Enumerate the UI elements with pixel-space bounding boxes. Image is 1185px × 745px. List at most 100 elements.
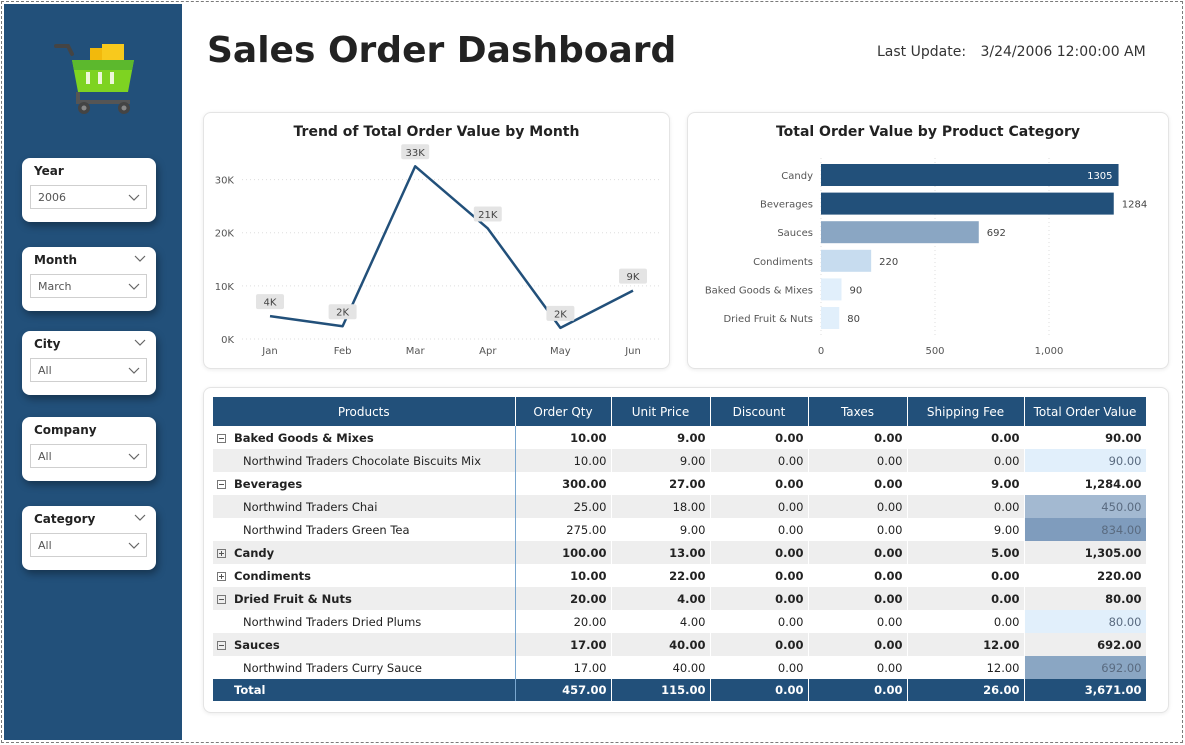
value-cell: 9.00 <box>611 426 711 449</box>
chevron-down-icon[interactable] <box>134 255 146 263</box>
bar[interactable] <box>821 164 1119 186</box>
year-dropdown[interactable]: 2006 <box>30 185 147 209</box>
detail-row[interactable]: Northwind Traders Curry Sauce 17.00 40.00 0… <box>213 656 1147 679</box>
column-header[interactable]: Products <box>213 397 516 426</box>
chevron-down-icon[interactable] <box>128 194 140 202</box>
y-tick-label: 20K <box>215 229 235 240</box>
value-cell: 12.00 <box>907 656 1025 679</box>
series-line[interactable] <box>269 165 634 330</box>
value-cell: 9.00 <box>907 472 1025 495</box>
bar[interactable] <box>821 192 1114 215</box>
value-cell: 9.00 <box>611 518 711 541</box>
slicer-company[interactable]: Company All <box>22 417 156 481</box>
slicer-year[interactable]: Year 2006 <box>22 158 156 222</box>
value-cell: 0.00 <box>808 633 908 656</box>
column-header[interactable]: Total Order Value <box>1024 397 1147 426</box>
total-value: 26.00 <box>907 679 1025 701</box>
chevron-down-icon[interactable] <box>134 514 146 522</box>
product-cell: Candy <box>213 541 516 564</box>
line-chart-card[interactable]: Trend of Total Order Value by Month 0K 10… <box>203 112 670 369</box>
product-name: Northwind Traders Dried Plums <box>243 614 422 629</box>
collapse-icon[interactable] <box>217 433 226 443</box>
total-row: Total 457.00 115.00 0.00 0.00 26.00 3,671.00 <box>213 679 1147 701</box>
value-cell: 0.00 <box>710 564 809 587</box>
category-label: Condiments <box>753 257 813 268</box>
value-cell: 0.00 <box>907 449 1025 472</box>
collapse-icon[interactable] <box>217 479 226 489</box>
column-header[interactable]: Taxes <box>808 397 908 426</box>
product-name: Beverages <box>234 476 303 491</box>
bar[interactable] <box>821 249 872 272</box>
detail-row[interactable]: Northwind Traders Dried Plums 20.00 4.00 0.… <box>213 610 1147 633</box>
column-header[interactable]: Unit Price <box>611 397 711 426</box>
chevron-down-icon[interactable] <box>128 283 140 291</box>
expand-icon[interactable] <box>217 571 226 581</box>
dropdown-value: All <box>38 539 52 552</box>
bar[interactable] <box>821 221 979 244</box>
group-row[interactable]: Baked Goods & Mixes 10.00 9.00 0.00 0.00 0.00… <box>213 426 1147 449</box>
y-tick-label: 0K <box>221 335 234 346</box>
group-row[interactable]: Beverages 300.00 27.00 0.00 0.00 9.00 1,284.00 <box>213 472 1147 495</box>
value-cell: 5.00 <box>907 541 1025 564</box>
value-cell: 692.00 <box>1024 656 1147 679</box>
column-header[interactable]: Discount <box>710 397 809 426</box>
line-chart[interactable]: 0K 10K 20K 30K Jan Feb Mar Apr May Jun 4K 2K 33K 21K 2… <box>204 113 671 370</box>
detail-row[interactable]: Northwind Traders Green Tea 275.00 9.00 0.0… <box>213 518 1147 541</box>
value-cell: 0.00 <box>808 472 908 495</box>
slicer-category[interactable]: Category All <box>22 506 156 570</box>
data-label: 9K <box>627 272 640 283</box>
value-cell: 9.00 <box>907 518 1025 541</box>
value-cell: 0.00 <box>907 610 1025 633</box>
group-row[interactable]: Sauces 17.00 40.00 0.00 0.00 12.00 692.00 <box>213 633 1147 656</box>
detail-row[interactable]: Northwind Traders Chai 25.00 18.00 0.00 0.00… <box>213 495 1147 518</box>
product-name: Candy <box>234 545 275 560</box>
last-update-value: 3/24/2006 12:00:00 AM <box>980 44 1146 60</box>
dropdown-value: March <box>38 280 72 293</box>
chevron-down-icon[interactable] <box>128 367 140 375</box>
detail-row[interactable]: Northwind Traders Chocolate Biscuits Mix… <box>213 449 1147 472</box>
product-cell: Sauces <box>213 633 516 656</box>
group-row[interactable]: Condiments 10.00 22.00 0.00 0.00 0.00 220.00 <box>213 564 1147 587</box>
x-tick-label: May <box>550 346 571 357</box>
category-dropdown[interactable]: All <box>30 533 147 557</box>
slicer-city[interactable]: City All <box>22 331 156 395</box>
value-cell: 220.00 <box>1024 564 1147 587</box>
company-dropdown[interactable]: All <box>30 444 147 468</box>
product-cell: Northwind Traders Chocolate Biscuits Mix <box>213 449 516 472</box>
slicer-title: Company <box>34 423 97 437</box>
chevron-down-icon[interactable] <box>128 542 140 550</box>
bar-chart[interactable]: 0 500 1,000 Candy 1305 Beverages 1284 Sauces 692… <box>688 113 1170 370</box>
category-label: Baked Goods & Mixes <box>705 285 813 296</box>
expand-icon[interactable] <box>217 548 226 558</box>
slicer-month[interactable]: Month March <box>22 247 156 311</box>
value-cell: 10.00 <box>515 426 612 449</box>
value-cell: 450.00 <box>1024 495 1147 518</box>
product-cell: Beverages <box>213 472 516 495</box>
x-tick-label: 500 <box>925 346 944 357</box>
chevron-down-icon[interactable] <box>128 453 140 461</box>
bar[interactable] <box>821 278 842 301</box>
collapse-icon[interactable] <box>217 640 226 650</box>
collapse-icon[interactable] <box>217 594 226 604</box>
order-matrix[interactable]: Products Order Qty Unit Price Discount Taxes… <box>213 397 1147 701</box>
city-dropdown[interactable]: All <box>30 358 147 382</box>
chevron-down-icon[interactable] <box>134 339 146 347</box>
bar[interactable] <box>821 307 840 329</box>
bar-chart-card[interactable]: Total Order Value by Product Category 05… <box>687 112 1169 369</box>
value-cell: 1,305.00 <box>1024 541 1147 564</box>
total-label: Total <box>213 679 516 701</box>
last-update: Last Update: 3/24/2006 12:00:00 AM <box>877 44 1146 60</box>
shopping-cart-icon <box>54 44 134 114</box>
value-cell: 0.00 <box>808 564 908 587</box>
value-cell: 13.00 <box>611 541 711 564</box>
value-cell: 0.00 <box>907 587 1025 610</box>
value-cell: 27.00 <box>611 472 711 495</box>
data-label: 2K <box>554 309 567 320</box>
y-tick-label: 10K <box>215 282 235 293</box>
group-row[interactable]: Dried Fruit & Nuts 20.00 4.00 0.00 0.00 0.00 8… <box>213 587 1147 610</box>
column-header[interactable]: Order Qty <box>515 397 612 426</box>
month-dropdown[interactable]: March <box>30 274 147 298</box>
dropdown-value: 2006 <box>38 191 66 204</box>
group-row[interactable]: Candy 100.00 13.00 0.00 0.00 5.00 1,305.00 <box>213 541 1147 564</box>
column-header[interactable]: Shipping Fee <box>907 397 1025 426</box>
